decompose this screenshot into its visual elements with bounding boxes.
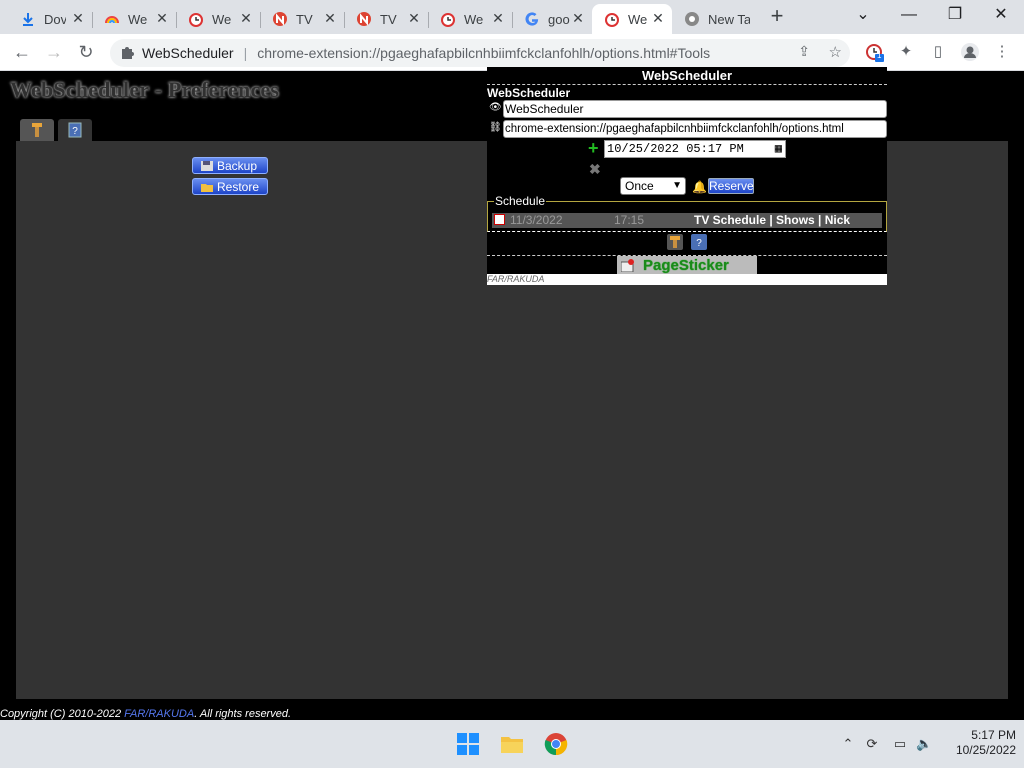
author-link[interactable]: FAR/RAKUDA: [124, 708, 194, 720]
tools-icon: [32, 123, 42, 137]
clock-icon: [604, 11, 620, 27]
eye-icon: 👁: [489, 102, 502, 113]
tab-help[interactable]: ?: [58, 119, 92, 141]
webscheduler-extension-icon[interactable]: 1: [864, 42, 884, 62]
n-logo-icon: [272, 11, 288, 27]
tab-webscheduler-3[interactable]: We ✕: [428, 4, 512, 34]
tools-icon[interactable]: [667, 234, 683, 250]
close-window-button[interactable]: ✕: [978, 0, 1024, 32]
url-input[interactable]: chrome-extension://pgaeghafapbilcnhbiimf…: [503, 120, 887, 138]
floppy-disk-icon: [201, 161, 213, 171]
chrome-icon: [684, 11, 700, 27]
maximize-button[interactable]: ❐: [932, 0, 978, 32]
bookmark-star-icon[interactable]: ☆: [829, 43, 842, 61]
svg-text:?: ?: [72, 126, 78, 137]
file-explorer-icon[interactable]: [500, 732, 524, 756]
close-icon[interactable]: ✕: [490, 10, 506, 26]
schedule-item[interactable]: 11/3/2022 17:15 TV Schedule | Shows | Ni…: [492, 213, 882, 228]
add-plus-icon[interactable]: +: [588, 139, 599, 157]
restore-button[interactable]: Restore: [192, 178, 268, 195]
schedule-legend: Schedule: [494, 194, 547, 208]
new-tab-button[interactable]: +: [766, 5, 788, 28]
calendar-icon[interactable]: ▦: [775, 141, 782, 157]
folder-icon: [201, 184, 213, 192]
close-icon[interactable]: ✕: [650, 10, 666, 26]
page-title: WebScheduler - Preferences: [10, 77, 280, 102]
reload-button[interactable]: ↻: [74, 40, 98, 64]
tab-downloads[interactable]: Dov ✕: [8, 4, 92, 34]
volume-icon[interactable]: 🔈: [916, 736, 932, 752]
clock-icon: [440, 11, 456, 27]
taskbar: ⌃ ⟳ ▭ 🔈 5:17 PM 10/25/2022: [0, 720, 1024, 768]
backup-button[interactable]: Backup: [192, 157, 268, 174]
windows-start-icon[interactable]: [456, 732, 480, 756]
chrome-icon[interactable]: [544, 732, 568, 756]
close-icon[interactable]: ✕: [322, 10, 338, 26]
browser-toolbar: ← → ↻ WebScheduler | chrome-extension://…: [0, 34, 1024, 71]
repeat-select[interactable]: Once ▼: [620, 177, 686, 195]
delete-x-icon[interactable]: ✖: [589, 161, 601, 178]
tab-strip: Dov ✕ We ✕ We ✕ TV ✕ TV ✕ We ✕ goo ✕ We …: [0, 0, 1024, 34]
tab-google[interactable]: goo ✕: [512, 4, 592, 34]
copyright-text: Copyright (C) 2010-2022 FAR/RAKUDA. All …: [0, 708, 292, 720]
download-icon: [20, 11, 36, 27]
tab-search-button[interactable]: ⌄: [840, 0, 886, 32]
datetime-input[interactable]: 10/25/2022 05:17 PM ▦: [604, 140, 786, 158]
extension-puzzle-icon: [120, 45, 134, 59]
tab-tv-1[interactable]: TV ✕: [260, 4, 344, 34]
close-icon[interactable]: ✕: [406, 10, 422, 26]
google-icon: [524, 11, 540, 27]
sync-icon[interactable]: ⟳: [864, 736, 880, 752]
share-icon[interactable]: ⇪: [798, 43, 810, 60]
n-logo-icon: [356, 11, 372, 27]
tab-webscheduler-2[interactable]: We ✕: [176, 4, 260, 34]
extension-popup: WebScheduler WebScheduler 👁 WebScheduler…: [487, 67, 887, 285]
taskbar-clock[interactable]: 5:17 PM 10/25/2022: [936, 728, 1016, 758]
menu-kebab-icon[interactable]: ⋮: [992, 42, 1012, 62]
popup-subheader: WebScheduler: [487, 86, 571, 100]
reserve-button[interactable]: Reserve: [708, 178, 754, 194]
tab-webscheduler-1[interactable]: We ✕: [92, 4, 176, 34]
profile-avatar-icon[interactable]: [960, 42, 980, 62]
tab-new-tab[interactable]: New Tab: [672, 4, 756, 34]
bell-icon[interactable]: 🔔: [692, 180, 707, 194]
display-icon[interactable]: ▭: [892, 736, 908, 752]
address-bar[interactable]: WebScheduler | chrome-extension://pgaegh…: [110, 39, 850, 67]
close-icon[interactable]: ✕: [238, 10, 254, 26]
chevron-up-icon[interactable]: ⌃: [840, 736, 856, 752]
link-icon: ⛓: [489, 122, 502, 133]
forward-button[interactable]: →: [42, 40, 66, 64]
close-icon[interactable]: ✕: [70, 10, 86, 26]
title-input[interactable]: WebScheduler: [503, 100, 887, 118]
clock-icon: [188, 11, 204, 27]
help-icon: ?: [68, 122, 82, 138]
extensions-puzzle-icon[interactable]: ✦: [896, 42, 916, 62]
schedule-checkbox[interactable]: [494, 214, 505, 225]
tab-tools[interactable]: [20, 119, 54, 141]
chevron-down-icon: ▼: [672, 180, 682, 191]
close-icon[interactable]: ✕: [570, 10, 586, 26]
back-button[interactable]: ←: [10, 40, 34, 64]
sticker-icon: [621, 259, 634, 272]
tab-tv-2[interactable]: TV ✕: [344, 4, 428, 34]
rainbow-icon: [104, 11, 120, 27]
tab-webscheduler-active[interactable]: We ✕: [592, 4, 672, 34]
help-icon[interactable]: ?: [691, 234, 707, 250]
schedule-fieldset: Schedule 11/3/2022 17:15 TV Schedule | S…: [487, 194, 887, 232]
pagesticker-button[interactable]: PageSticker: [617, 256, 757, 275]
popup-footer: FAR/RAKUDA: [487, 274, 887, 285]
minimize-button[interactable]: —: [886, 0, 932, 32]
close-icon[interactable]: ✕: [154, 10, 170, 26]
side-panel-icon[interactable]: ▯: [928, 42, 948, 62]
svg-text:?: ?: [696, 238, 702, 249]
popup-header: WebScheduler: [487, 67, 887, 85]
